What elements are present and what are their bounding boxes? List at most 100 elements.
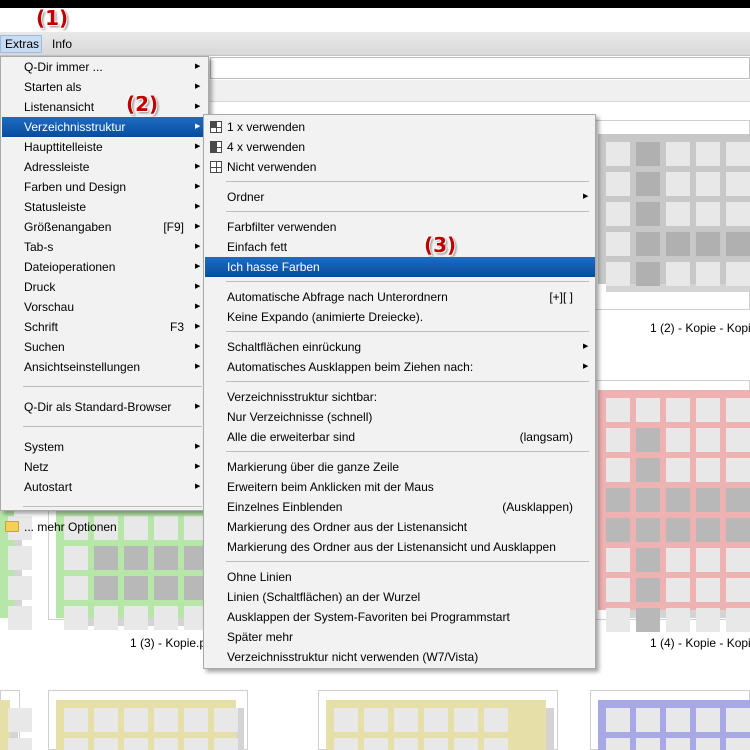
menu-item-automatisches-ausklappen-beim-ziehen-nach[interactable]: Automatisches Ausklappen beim Ziehen nac… [205,357,595,377]
thumbnail-cell [696,202,720,226]
menu-item-q-dir-immer[interactable]: Q-Dir immer ... ▶ [2,57,208,77]
thumbnail-cell [696,738,720,750]
thumbnail-card [598,700,750,750]
thumbnail-cell [696,142,720,166]
menu-item-label: Autostart [24,480,73,494]
menu-item-einzelnes-einblenden[interactable]: Einzelnes Einblenden (Ausklappen) [205,497,595,517]
menu-item-label: Markierung des Ordner aus der Listenansi… [227,520,468,534]
extras-menu: Q-Dir immer ... ▶ Starten als ▶ Listenansich… [0,56,209,534]
thumbnail-cell [424,708,448,732]
thumbnail-cell [94,606,118,630]
thumbnail-card [56,700,238,750]
submenu-arrow-icon: ▶ [195,263,201,270]
menu-item-netz[interactable]: Netz ▶ [2,457,208,477]
menu-item-verzeichnisstruktur-nicht-verwenden-w7-vista[interactable]: Verzeichnisstruktur nicht verwenden (W7/… [205,647,595,667]
menu-item-linien-schaltflachen-an-der-wurzel[interactable]: Linien (Schaltflächen) an der Wurzel [205,587,595,607]
menu-item-adressleiste[interactable]: Adressleiste ▶ [2,157,208,177]
menu-item-label: Später mehr [227,630,294,644]
thumbnail-cell [726,172,750,196]
menu-item-starten-als[interactable]: Starten als ▶ [2,77,208,97]
menu-separator [226,561,589,562]
thumbnail-cell [726,548,750,572]
thumbnail-cell [696,458,720,482]
menu-item-spater-mehr[interactable]: Später mehr [205,627,595,647]
thumbnail-label[interactable]: 1 (3) - Kopie.p [130,636,206,650]
thumbnail-cell [726,232,750,256]
thumbnail-label[interactable]: 1 (2) - Kopie - Kopi [650,321,750,335]
thumbnail-cell [454,738,478,750]
menu-item-verzeichnisstruktur-sichtbar[interactable]: Verzeichnisstruktur sichtbar: [205,387,595,407]
menu-item-ausklappen-der-system-favoriten-bei-programmstart[interactable]: Ausklappen der System-Favoriten bei Prog… [205,607,595,627]
address-bar[interactable] [210,57,750,79]
thumbnail-cell [154,546,178,570]
thumbnail-cell [184,738,208,750]
menu-item-tab-s[interactable]: Tab-s ▶ [2,237,208,257]
menu-item-markierung-uber-die-ganze-zeile[interactable]: Markierung über die ganze Zeile [205,457,595,477]
menu-item-ich-hasse-farben[interactable]: Ich hasse Farben [205,257,595,277]
menu-item-statusleiste[interactable]: Statusleiste ▶ [2,197,208,217]
submenu-arrow-icon: ▶ [195,143,201,150]
menu-item-farben-und-design[interactable]: Farben und Design ▶ [2,177,208,197]
submenu-arrow-icon: ▶ [195,203,201,210]
thumbnail-cell [726,608,750,632]
menu-item-autostart[interactable]: Autostart ▶ [2,477,208,497]
menu-info[interactable]: Info [48,35,76,53]
thumbnail-cell [636,738,660,750]
menu-item-label: Verzeichnisstruktur nicht verwenden (W7/… [227,650,479,664]
menu-item-label: Vorschau [24,300,75,314]
menu-item-gro-enangaben[interactable]: Größenangaben [F9] ▶ [2,217,208,237]
menu-item-keine-expando-animierte-dreiecke[interactable]: Keine Expando (animierte Dreiecke). [205,307,595,327]
menu-item-vorschau[interactable]: Vorschau ▶ [2,297,208,317]
menu-item-erweitern-beim-anklicken-mit-der-maus[interactable]: Erweitern beim Anklicken mit der Maus [205,477,595,497]
menu-item-system[interactable]: System ▶ [2,437,208,457]
thumbnail-cell [124,576,148,600]
menu-item-ohne-linien[interactable]: Ohne Linien [205,567,595,587]
menu-item-nicht-verwenden[interactable]: Nicht verwenden [205,157,595,177]
menu-item-markierung-des-ordner-aus-der-listenansicht-und-ausklappen[interactable]: Markierung des Ordner aus der Listenansi… [205,537,595,557]
menu-item-schrift[interactable]: Schrift F3 ▶ [2,317,208,337]
thumbnail-cell [696,708,720,732]
menu-item-4-x-verwenden[interactable]: 4 x verwenden [205,137,595,157]
menu-item-mehr-optionen[interactable]: ... mehr Optionen [2,517,208,537]
menu-item-automatische-abfrage-nach-unterordnern[interactable]: Automatische Abfrage nach Unterordnern [+… [205,287,595,307]
thumbnail-cell [606,232,630,256]
thumbnail-cell [696,488,720,512]
menu-item-nur-verzeichnisse-schnell[interactable]: Nur Verzeichnisse (schnell) [205,407,595,427]
menu-item-druck[interactable]: Druck ▶ [2,277,208,297]
menu-item-label: Schrift [24,320,59,334]
thumbnail-cell [606,458,630,482]
thumbnail-cell [606,428,630,452]
submenu-arrow-icon: ▶ [195,443,201,450]
menu-item-haupttitelleiste[interactable]: Haupttitelleiste ▶ [2,137,208,157]
menu-item-q-dir-als-standard-browser[interactable]: Q-Dir als Standard-Browser ▶ [2,397,208,417]
thumbnail-cell [696,428,720,452]
thumbnail-cell [94,576,118,600]
thumbnail-cell [636,142,660,166]
thumbnail-cell [214,738,238,750]
menu-item-label: Farben und Design [24,180,127,194]
thumbnail-cell [636,172,660,196]
thumbnail-label[interactable]: 1 (4) - Kopie - Kopi [650,636,750,650]
menu-item-label: Schaltflächen einrückung [227,340,362,354]
menu-item-schaltflachen-einruckung[interactable]: Schaltflächen einrückung ▶ [205,337,595,357]
menu-item-listenansicht[interactable]: Listenansicht ▶ [2,97,208,117]
thumbnail-cell [726,578,750,602]
menu-item-ansichtseinstellungen[interactable]: Ansichtseinstellungen ▶ [2,357,208,377]
menu-separator [226,451,589,452]
menu-item-verzeichnisstruktur[interactable]: Verzeichnisstruktur ▶ [2,117,208,137]
menu-item-farbfilter-verwenden[interactable]: Farbfilter verwenden [205,217,595,237]
menu-item-alle-die-erweiterbar-sind[interactable]: Alle die erweiterbar sind (langsam) [205,427,595,447]
submenu-arrow-icon: ▶ [195,303,201,310]
menu-item-ordner[interactable]: Ordner ▶ [205,187,595,207]
thumbnail-cell [636,488,660,512]
submenu-arrow-icon: ▶ [195,463,201,470]
menu-item-suchen[interactable]: Suchen ▶ [2,337,208,357]
menu-item-1-x-verwenden[interactable]: 1 x verwenden [205,117,595,137]
menu-item-markierung-des-ordner-aus-der-listenansicht[interactable]: Markierung des Ordner aus der Listenansi… [205,517,595,537]
thumbnail-cell [8,606,32,630]
menu-item-dateioperationen[interactable]: Dateioperationen ▶ [2,257,208,277]
menu-item-label: ... mehr Optionen [24,520,117,534]
menu-item-label: Ich hasse Farben [227,260,320,274]
menu-item-einfach-fett[interactable]: Einfach fett [205,237,595,257]
menu-extras[interactable]: Extras [0,35,42,53]
